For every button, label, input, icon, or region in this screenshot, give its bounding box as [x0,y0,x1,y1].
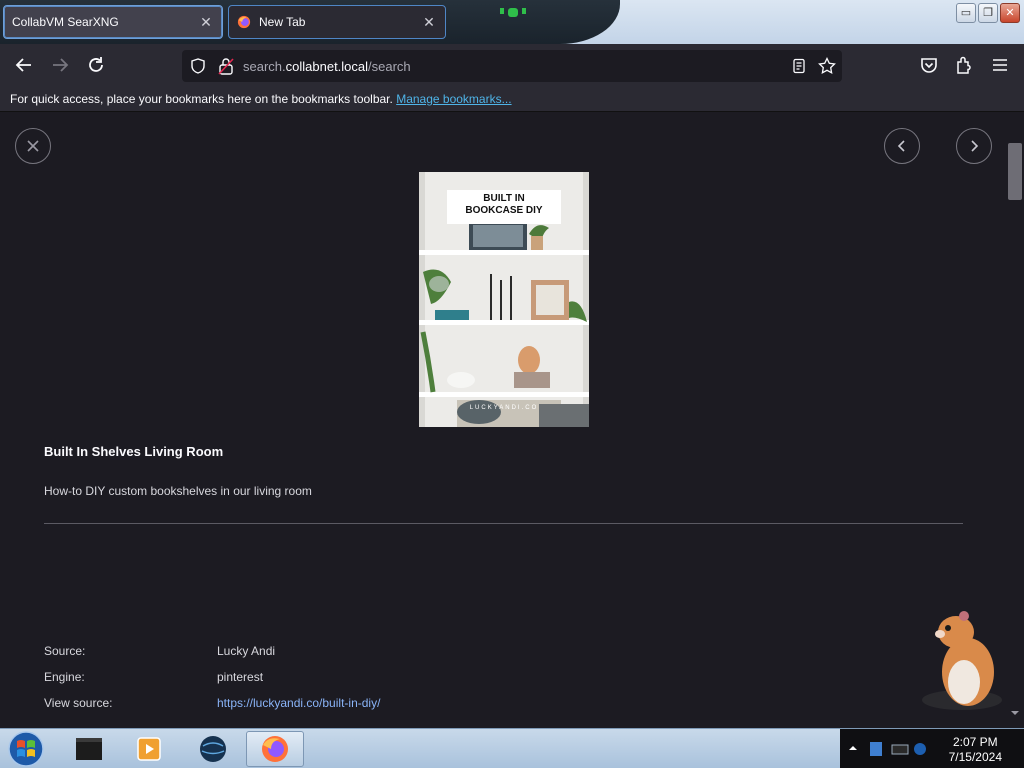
minimize-button[interactable]: ▭ [956,3,976,23]
reload-icon[interactable] [85,54,107,76]
engine-value: pinterest [217,670,264,684]
tray-icons[interactable] [868,739,940,759]
engine-label: Engine: [44,670,85,684]
scroll-down-arrow-icon[interactable] [1010,708,1020,718]
previous-result-button[interactable] [884,128,920,164]
url-text[interactable]: search.collabnet.local/search [243,59,411,74]
start-button[interactable] [6,730,46,768]
result-description: How-to DIY custom bookshelves in our liv… [44,484,312,498]
url-path: /search [368,59,411,74]
source-value: Lucky Andi [217,644,276,658]
bookmarks-message: For quick access, place your bookmarks h… [10,92,393,106]
decorative-glyph [500,8,526,17]
title-bar: CollabVM SearXNG ✕ New Tab ✕ ▭ ❐ ✕ [0,0,1024,44]
url-prefix: search. [243,59,286,74]
manage-bookmarks-link[interactable]: Manage bookmarks... [396,92,511,106]
image-caption-line2: BOOKCASE DIY [465,205,543,216]
terminal-icon [76,738,102,760]
close-detail-button[interactable] [15,128,51,164]
clock[interactable]: 2:07 PM 7/15/2024 [949,735,1002,765]
close-icon [27,140,39,152]
navigation-toolbar: search.collabnet.local/search [0,44,1024,86]
tab-label: New Tab [259,15,306,29]
tab-close-icon[interactable]: ✕ [421,14,437,30]
show-hidden-icons-icon[interactable] [848,743,858,753]
url-host: collabnet.local [285,59,369,74]
result-title: Built In Shelves Living Room [44,444,224,459]
image-caption: BUILT IN BOOKCASE DIY [447,193,561,217]
next-result-button[interactable] [956,128,992,164]
restore-button[interactable]: ❐ [978,3,998,23]
source-label: Source: [44,644,86,658]
clock-date: 7/15/2024 [948,750,1002,764]
shield-icon[interactable] [190,58,206,74]
firefox-icon [262,736,288,762]
view-source-link[interactable]: https://luckyandi.co/built-in-diy/ [217,696,380,710]
lock-warning-icon[interactable] [218,57,234,75]
clock-time: 2:07 PM [952,735,998,749]
taskbar-terminal-button[interactable] [60,731,118,767]
taskbar: 2:07 PM 7/15/2024 [0,728,1024,768]
address-bar[interactable]: search.collabnet.local/search [182,50,842,82]
scrollbar-thumb[interactable] [1008,143,1022,200]
close-window-button[interactable]: ✕ [1000,3,1020,23]
media-player-icon [137,737,161,761]
chevron-left-icon [897,140,905,152]
bookmarks-toolbar: For quick access, place your bookmarks h… [0,86,1024,112]
image-watermark: LUCKYANDI.CO [469,405,539,411]
tab-close-icon[interactable]: ✕ [198,14,214,30]
bookmark-star-icon[interactable] [818,57,836,75]
image-caption-line1: BUILT IN [483,193,525,204]
tab-label: CollabVM SearXNG [12,15,119,29]
extensions-icon[interactable] [953,54,975,76]
result-image[interactable]: BUILT IN BOOKCASE DIY LUCKYANDI.CO [419,172,589,427]
tab-new-tab[interactable]: New Tab ✕ [228,5,446,39]
firefox-icon [237,15,251,29]
pocket-icon[interactable] [918,54,940,76]
window-controls: ▭ ❐ ✕ [956,3,1020,23]
back-arrow-icon[interactable] [13,54,35,76]
scrollbar-track[interactable] [1006,112,1024,728]
taskbar-globe-button[interactable] [184,731,242,767]
divider [44,523,963,524]
chevron-right-icon [971,140,979,152]
taskbar-media-player-button[interactable] [120,731,178,767]
hamster-mascot-image [922,611,1002,710]
tab-collabvm-searxng[interactable]: CollabVM SearXNG ✕ [3,5,223,39]
taskbar-firefox-button[interactable] [246,731,304,767]
system-tray: 2:07 PM 7/15/2024 [840,729,1024,768]
forward-arrow-icon[interactable] [49,54,71,76]
image-result-detail: BUILT IN BOOKCASE DIY LUCKYANDI.CO Built… [0,112,1006,728]
view-source-label: View source: [44,696,113,710]
globe-icon [200,736,226,762]
reader-view-icon[interactable] [791,58,807,74]
hamburger-menu-icon[interactable] [989,54,1011,76]
